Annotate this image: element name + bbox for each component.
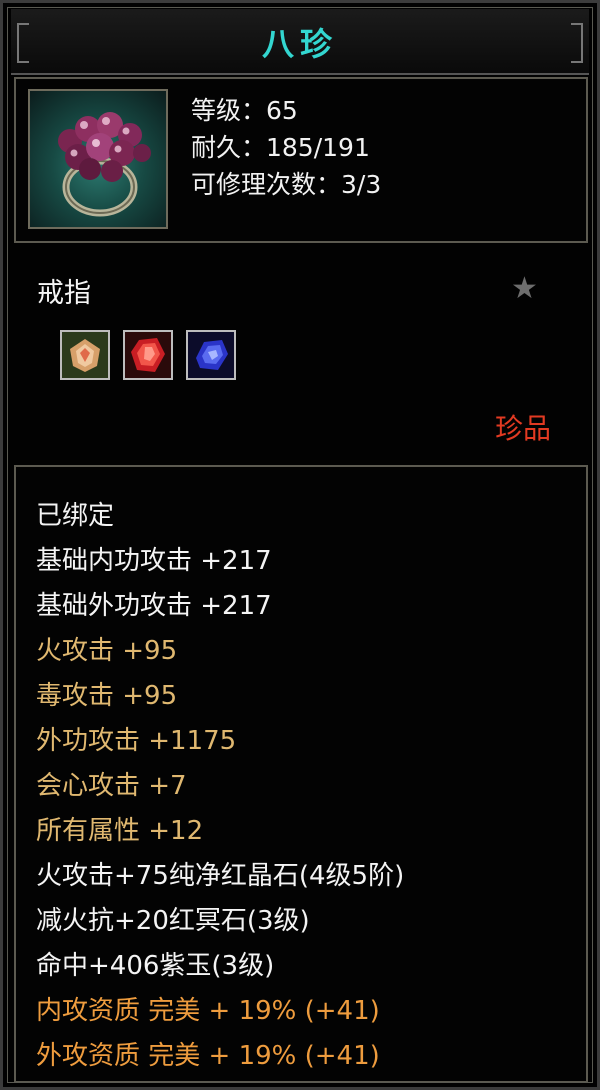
attribute-row: 内攻资质 完美 + 19% (+41) [36, 996, 380, 1026]
attribute-row: 火攻击 +95 [36, 636, 178, 666]
item-level: 等级：65 [191, 96, 298, 125]
ruby-gem-icon[interactable] [123, 330, 173, 380]
star-icon[interactable]: ★ [511, 271, 538, 306]
attribute-row: 会心攻击 +7 [36, 771, 187, 801]
attribute-row: 已绑定 [36, 501, 115, 531]
attribute-row: 外功攻击 +1175 [36, 726, 237, 756]
item-type: 戒指 [37, 278, 91, 309]
attribute-row: 基础内功攻击 +217 [36, 546, 272, 576]
sapphire-gem-icon[interactable] [186, 330, 236, 380]
rarity-label: 珍品 [495, 412, 552, 445]
attribute-row: 火攻击+75纯净红晶石(4级5阶) [36, 861, 405, 891]
item-durability: 耐久：185/191 [191, 133, 370, 162]
attribute-row: 外攻资质 完美 + 19% (+41) [36, 1041, 380, 1071]
attribute-row: 命中+406紫玉(3级) [36, 951, 275, 981]
item-name: 八珍 [261, 25, 338, 63]
attribute-row: 基础外功攻击 +217 [36, 591, 272, 621]
attribute-row: 减火抗+20红冥石(3级) [36, 906, 310, 936]
item-repair-count: 可修理次数：3/3 [191, 170, 382, 199]
ring-item-icon [28, 89, 168, 229]
item-tooltip-panel: 八珍 等级：65 耐久：185/191 可修理次数：3/3 戒指 ★ 珍品 已绑… [0, 0, 600, 1090]
attribute-row: 所有属性 +12 [36, 816, 204, 846]
title-bar: 八珍 [11, 9, 589, 75]
title-bar-right-ornament [571, 23, 583, 63]
topaz-gem-icon[interactable] [60, 330, 110, 380]
attribute-row: 毒攻击 +95 [36, 681, 178, 711]
